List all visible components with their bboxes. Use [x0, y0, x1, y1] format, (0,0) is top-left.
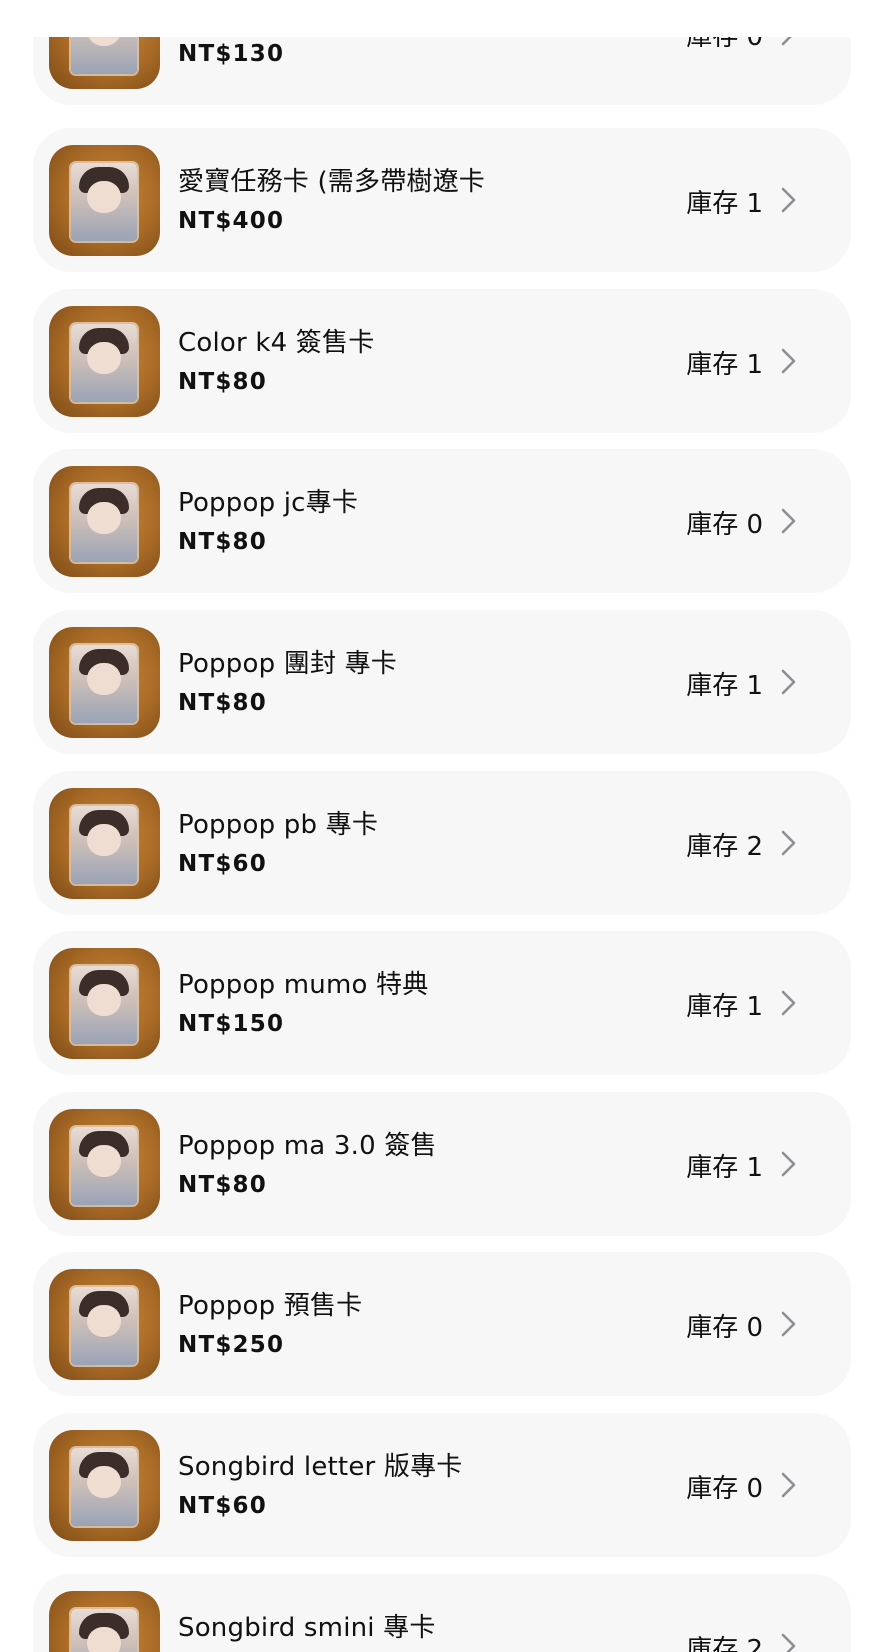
product-row[interactable]: Songbird smini 專卡 庫存 2 — [33, 1574, 851, 1652]
product-thumbnail — [49, 306, 160, 417]
product-thumbnail — [49, 145, 160, 256]
product-name: Songbird letter 版專卡 — [178, 1452, 463, 1482]
chevron-right-icon — [773, 1149, 803, 1179]
product-row[interactable]: Poppop pb 專卡 NT$60 庫存 2 — [33, 771, 851, 915]
product-thumbnail — [49, 1591, 160, 1652]
stock-count: 庫存 1 — [686, 350, 763, 380]
product-name: Poppop jc專卡 — [178, 488, 359, 518]
product-thumbnail — [49, 788, 160, 899]
product-thumbnail — [49, 1430, 160, 1541]
stock-count: 庫存 0 — [686, 510, 763, 540]
top-bar — [0, 0, 883, 37]
product-name: Poppop ma 3.0 簽售 — [178, 1131, 437, 1161]
product-thumbnail — [49, 466, 160, 577]
product-row[interactable]: Songbird letter 版專卡 NT$60 庫存 0 — [33, 1413, 851, 1557]
product-price: NT$60 — [178, 1493, 267, 1519]
stock-count: 庫存 1 — [686, 189, 763, 219]
product-name: 愛寶任務卡 (需多帶樹遼卡 — [178, 167, 486, 197]
stock-count: 庫存 1 — [686, 992, 763, 1022]
product-name: Poppop 團封 專卡 — [178, 649, 398, 679]
chevron-right-icon — [773, 667, 803, 697]
product-row[interactable]: Poppop ma 3.0 簽售 NT$80 庫存 1 — [33, 1092, 851, 1236]
product-price: NT$60 — [178, 851, 267, 877]
product-thumbnail — [49, 948, 160, 1059]
product-name: Color k4 簽售卡 — [178, 328, 375, 358]
product-row[interactable]: Poppop jc專卡 NT$80 庫存 0 — [33, 449, 851, 593]
product-list: NT$130 庫存 0 愛寶任務卡 (需多帶樹遼卡 NT$400 庫存 1 Co… — [0, 0, 883, 1652]
product-price: NT$80 — [178, 529, 267, 555]
chevron-right-icon — [773, 185, 803, 215]
product-name: Songbird smini 專卡 — [178, 1613, 436, 1643]
product-thumbnail — [49, 1109, 160, 1220]
product-price: NT$250 — [178, 1332, 285, 1358]
chevron-right-icon — [773, 506, 803, 536]
stock-count: 庫存 2 — [686, 1635, 763, 1652]
stock-count: 庫存 0 — [686, 1313, 763, 1343]
chevron-right-icon — [773, 828, 803, 858]
product-row[interactable]: 愛寶任務卡 (需多帶樹遼卡 NT$400 庫存 1 — [33, 128, 851, 272]
stock-count: 庫存 1 — [686, 671, 763, 701]
product-price: NT$80 — [178, 1172, 267, 1198]
chevron-right-icon — [773, 988, 803, 1018]
stock-count: 庫存 2 — [686, 832, 763, 862]
product-price: NT$400 — [178, 208, 285, 234]
product-name: Poppop 預售卡 — [178, 1291, 363, 1321]
product-row[interactable]: Poppop 團封 專卡 NT$80 庫存 1 — [33, 610, 851, 754]
chevron-right-icon — [773, 1309, 803, 1339]
product-name: Poppop pb 專卡 — [178, 810, 379, 840]
product-row[interactable]: Color k4 簽售卡 NT$80 庫存 1 — [33, 289, 851, 433]
product-price: NT$130 — [178, 41, 285, 67]
product-name: Poppop mumo 特典 — [178, 970, 429, 1000]
product-thumbnail — [49, 627, 160, 738]
stock-count: 庫存 0 — [686, 1474, 763, 1504]
product-price: NT$80 — [178, 690, 267, 716]
product-row[interactable]: Poppop 預售卡 NT$250 庫存 0 — [33, 1252, 851, 1396]
product-row[interactable]: Poppop mumo 特典 NT$150 庫存 1 — [33, 931, 851, 1075]
stock-count: 庫存 1 — [686, 1153, 763, 1183]
product-price: NT$150 — [178, 1011, 285, 1037]
chevron-right-icon — [773, 1631, 803, 1652]
chevron-right-icon — [773, 1470, 803, 1500]
product-price: NT$80 — [178, 369, 267, 395]
chevron-right-icon — [773, 346, 803, 376]
product-thumbnail — [49, 1269, 160, 1380]
